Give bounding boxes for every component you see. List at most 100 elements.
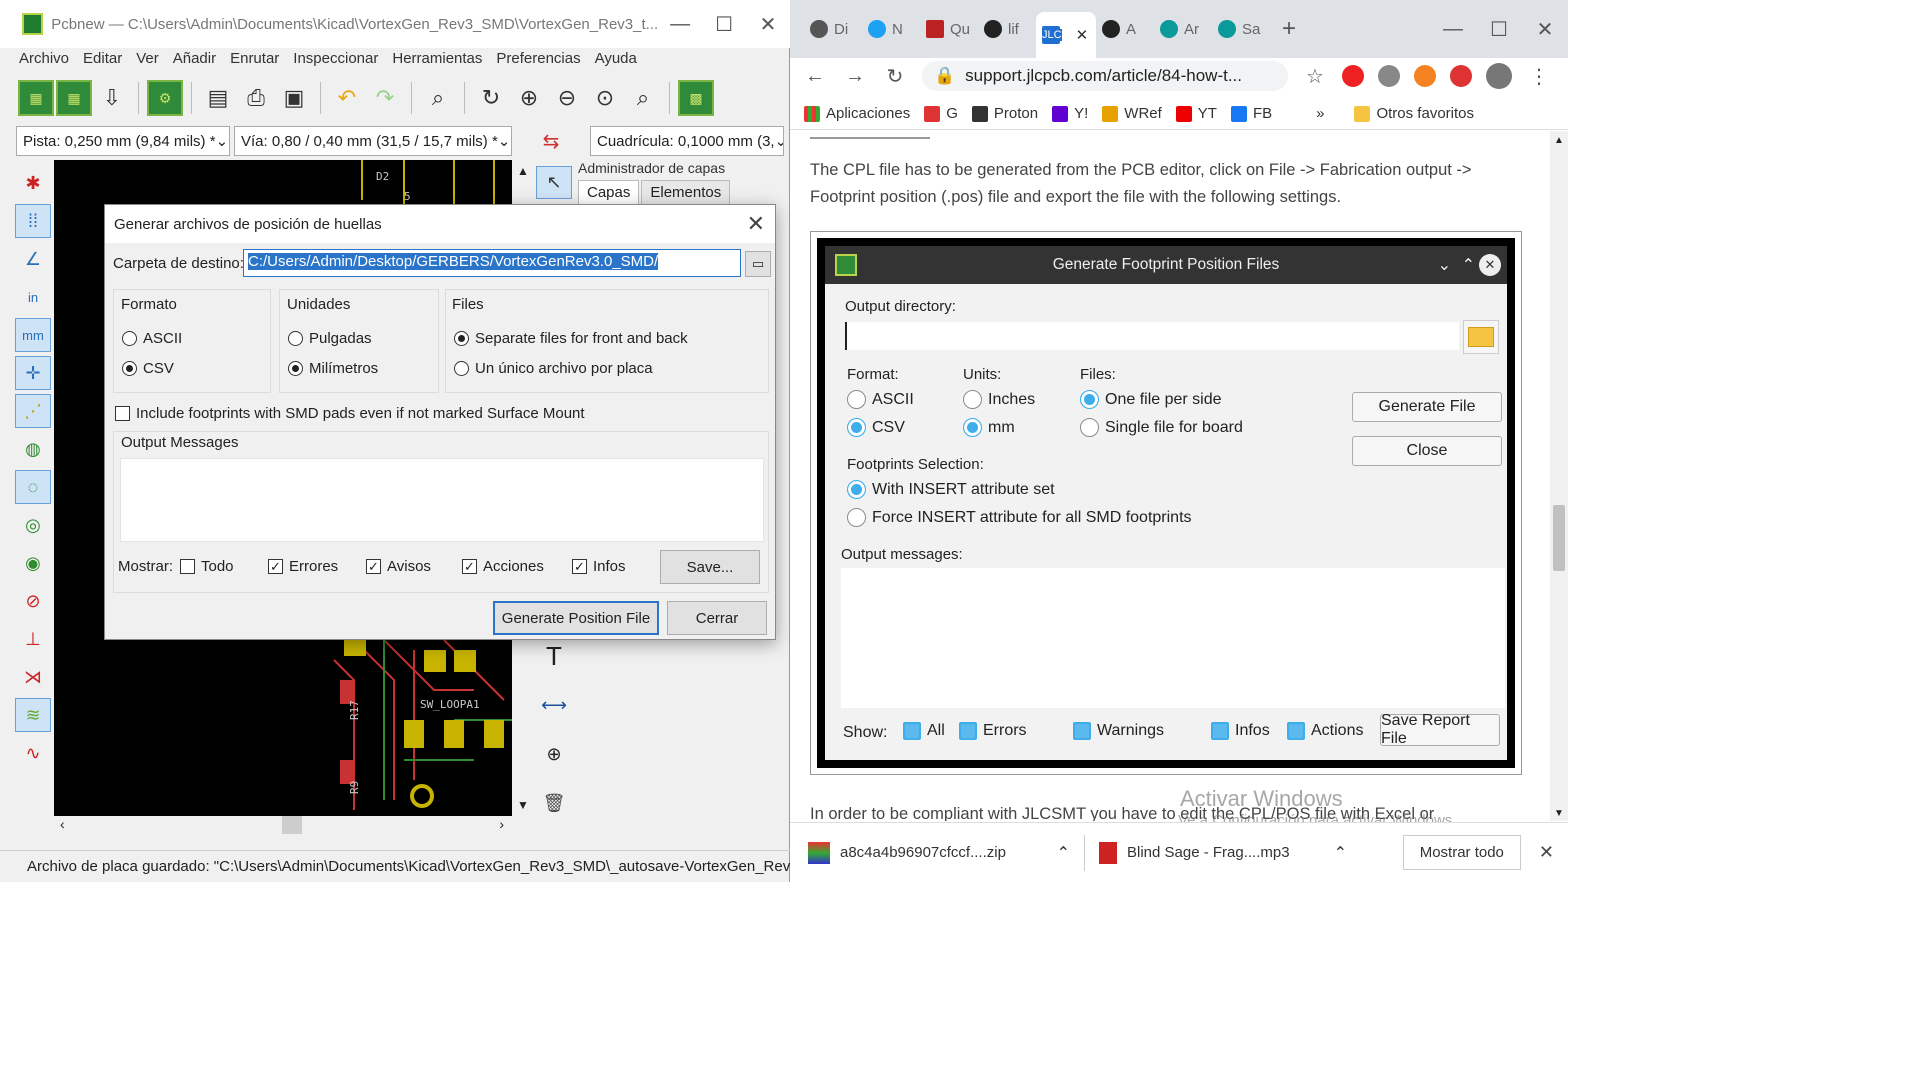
bookmark-proton[interactable]: Proton bbox=[971, 105, 1038, 122]
canvas-horizontal-scrollbar[interactable]: ‹ › bbox=[54, 816, 512, 834]
chrome-menu-icon[interactable]: ⋮ bbox=[1526, 64, 1552, 89]
load-footprint-icon[interactable]: ⇩ bbox=[94, 80, 130, 116]
browse-folder-icon[interactable]: ▭ bbox=[745, 251, 771, 277]
cerrar-button[interactable]: Cerrar bbox=[667, 601, 767, 635]
contrast-mode-icon[interactable]: ⋊ bbox=[15, 660, 51, 694]
tab-elementos[interactable]: Elementos bbox=[641, 180, 731, 205]
download-item-mp3[interactable]: Blind Sage - Frag....mp3 ⌃ bbox=[1099, 841, 1347, 864]
zoom-fit-icon[interactable]: ⊙ bbox=[587, 80, 623, 116]
menu-ver[interactable]: Ver bbox=[136, 50, 159, 74]
bookmark-wref[interactable]: WRef bbox=[1102, 105, 1162, 122]
dimension-tool-icon[interactable]: ⟷ bbox=[536, 689, 572, 722]
scroll-down-icon[interactable]: ▼ bbox=[1550, 808, 1568, 819]
zoom-out-icon[interactable]: ⊖ bbox=[549, 80, 585, 116]
page-setup-icon[interactable]: ▤ bbox=[200, 80, 236, 116]
millimeters-icon[interactable]: mm bbox=[15, 318, 51, 352]
zoom-selection-icon[interactable]: ⌕ bbox=[625, 80, 661, 116]
format-ascii-radio[interactable]: ASCII bbox=[122, 330, 182, 347]
zone-outline-icon[interactable]: ◌ bbox=[15, 470, 51, 504]
filter-avisos-checkbox[interactable]: ✓ Avisos bbox=[366, 558, 431, 575]
download-item-zip[interactable]: a8c4a4b96907cfccf....zip ⌃ bbox=[808, 841, 1070, 864]
scroll-right-icon[interactable]: › bbox=[499, 816, 504, 832]
menu-anadir[interactable]: Añadir bbox=[173, 50, 216, 74]
scroll-up-icon[interactable]: ▲ bbox=[512, 160, 534, 178]
horizontal-scroll-thumb[interactable] bbox=[282, 816, 302, 834]
redo-icon[interactable]: ↷ bbox=[367, 80, 403, 116]
units-inches-radio[interactable]: Pulgadas bbox=[288, 330, 372, 347]
dest-folder-input[interactable]: C:/Users/Admin/Desktop/GERBERS/VortexGen… bbox=[243, 249, 741, 277]
microwave-icon[interactable]: ∿ bbox=[15, 736, 51, 770]
find-icon[interactable]: ⌕ bbox=[420, 80, 456, 116]
delete-tool-icon[interactable]: 🗑 bbox=[536, 787, 572, 820]
tab-8[interactable]: Sa bbox=[1212, 9, 1270, 49]
kicad-close-button[interactable]: ✕ bbox=[746, 0, 790, 48]
menu-enrutar[interactable]: Enrutar bbox=[230, 50, 279, 74]
url-input[interactable]: 🔒 support.jlcpcb.com/article/84-how-t... bbox=[922, 61, 1288, 91]
bookmark-otros-favoritos[interactable]: Otros favoritos bbox=[1354, 105, 1474, 122]
tab-7[interactable]: Ar bbox=[1154, 9, 1212, 49]
filter-infos-checkbox[interactable]: ✓ Infos bbox=[572, 558, 626, 575]
output-messages-area[interactable] bbox=[120, 458, 764, 542]
grid-select[interactable]: Cuadrícula: 0,1000 mm (3,⌄ bbox=[590, 126, 784, 156]
plot-icon[interactable]: ▣ bbox=[276, 80, 312, 116]
chrome-maximize-button[interactable]: ☐ bbox=[1476, 5, 1522, 53]
bookmark-gmail[interactable]: G bbox=[924, 105, 958, 122]
inches-icon[interactable]: in bbox=[15, 280, 51, 314]
menu-editar[interactable]: Editar bbox=[83, 50, 122, 74]
target-tool-icon[interactable]: ⊕ bbox=[536, 738, 572, 771]
extension-icon-2[interactable] bbox=[1414, 65, 1436, 87]
save-messages-button[interactable]: Save... bbox=[660, 550, 760, 584]
filter-errores-checkbox[interactable]: ✓ Errores bbox=[268, 558, 338, 575]
print-icon[interactable]: ⎙ bbox=[238, 80, 274, 116]
track-sketch-icon[interactable]: ⊥ bbox=[15, 622, 51, 656]
tab-capas[interactable]: Capas bbox=[578, 180, 640, 205]
smd-footprints-checkbox[interactable]: Include footprints with SMD pads even if… bbox=[115, 405, 585, 422]
chevron-up-icon[interactable]: ⌃ bbox=[1057, 843, 1070, 863]
menu-ayuda[interactable]: Ayuda bbox=[595, 50, 637, 74]
tab-4[interactable]: lif bbox=[978, 9, 1036, 49]
tab-1[interactable]: Di bbox=[804, 9, 862, 49]
footprint-editor-icon[interactable]: ▦ bbox=[56, 80, 92, 116]
kicad-minimize-button[interactable]: — bbox=[658, 0, 702, 48]
bookmark-youtube[interactable]: YT bbox=[1175, 105, 1217, 122]
bookmark-facebook[interactable]: FB bbox=[1230, 105, 1272, 122]
page-scrollbar[interactable]: ▲ ▼ bbox=[1550, 131, 1568, 821]
files-single-radio[interactable]: Un único archivo por placa bbox=[454, 360, 653, 377]
dialog-close-icon[interactable]: ✕ bbox=[747, 211, 765, 237]
tab-6[interactable]: A bbox=[1096, 9, 1154, 49]
close-downloads-bar-icon[interactable]: ✕ bbox=[1539, 842, 1554, 863]
pad-sketch-icon[interactable]: ◉ bbox=[15, 546, 51, 580]
bookmark-yahoo[interactable]: Y! bbox=[1052, 105, 1088, 122]
menu-herramientas[interactable]: Herramientas bbox=[392, 50, 482, 74]
profile-avatar[interactable] bbox=[1486, 63, 1512, 89]
via-size-select[interactable]: Vía: 0,80 / 0,40 mm (31,5 / 15,7 mils) *… bbox=[234, 126, 512, 156]
extension-icon-3[interactable] bbox=[1450, 65, 1472, 87]
tab-5-active[interactable]: JLC ✕ bbox=[1036, 12, 1096, 58]
chrome-close-button[interactable]: ✕ bbox=[1522, 5, 1568, 53]
bookmarks-overflow[interactable]: » bbox=[1316, 105, 1324, 122]
track-mode-icon[interactable]: ⇆ bbox=[516, 123, 586, 159]
files-separate-radio[interactable]: Separate files for front and back bbox=[454, 330, 688, 347]
tab-2[interactable]: N bbox=[862, 9, 920, 49]
zoom-in-icon[interactable]: ⊕ bbox=[511, 80, 547, 116]
text-tool-icon[interactable]: T bbox=[536, 640, 572, 673]
scroll-up-icon[interactable]: ▲ bbox=[1550, 131, 1568, 146]
polar-coords-icon[interactable]: ∠ bbox=[15, 242, 51, 276]
filter-acciones-checkbox[interactable]: ✓ Acciones bbox=[462, 558, 544, 575]
filter-todo-checkbox[interactable]: Todo bbox=[180, 558, 234, 575]
track-width-select[interactable]: Pista: 0,250 mm (9,84 mils) * ⌄ bbox=[16, 126, 230, 156]
netlist-icon[interactable]: ▩ bbox=[678, 80, 714, 116]
menu-preferencias[interactable]: Preferencias bbox=[496, 50, 580, 74]
select-tool-icon[interactable]: ↖ bbox=[536, 166, 572, 200]
opera-extension-icon[interactable] bbox=[1342, 65, 1364, 87]
cursor-shape-icon[interactable]: ✛ bbox=[15, 356, 51, 390]
redraw-icon[interactable]: ↻ bbox=[473, 80, 509, 116]
forward-icon[interactable]: → bbox=[842, 65, 868, 88]
kicad-maximize-button[interactable]: ☐ bbox=[702, 0, 746, 48]
grid-toggle-icon[interactable]: ⁞⁞ bbox=[15, 204, 51, 238]
zone-sketch-icon[interactable]: ◎ bbox=[15, 508, 51, 542]
chrome-minimize-button[interactable]: — bbox=[1430, 5, 1476, 53]
new-tab-icon[interactable]: + bbox=[1282, 15, 1296, 43]
generate-position-file-button[interactable]: Generate Position File bbox=[493, 601, 659, 635]
layers-manager-icon[interactable]: ≋ bbox=[15, 698, 51, 732]
